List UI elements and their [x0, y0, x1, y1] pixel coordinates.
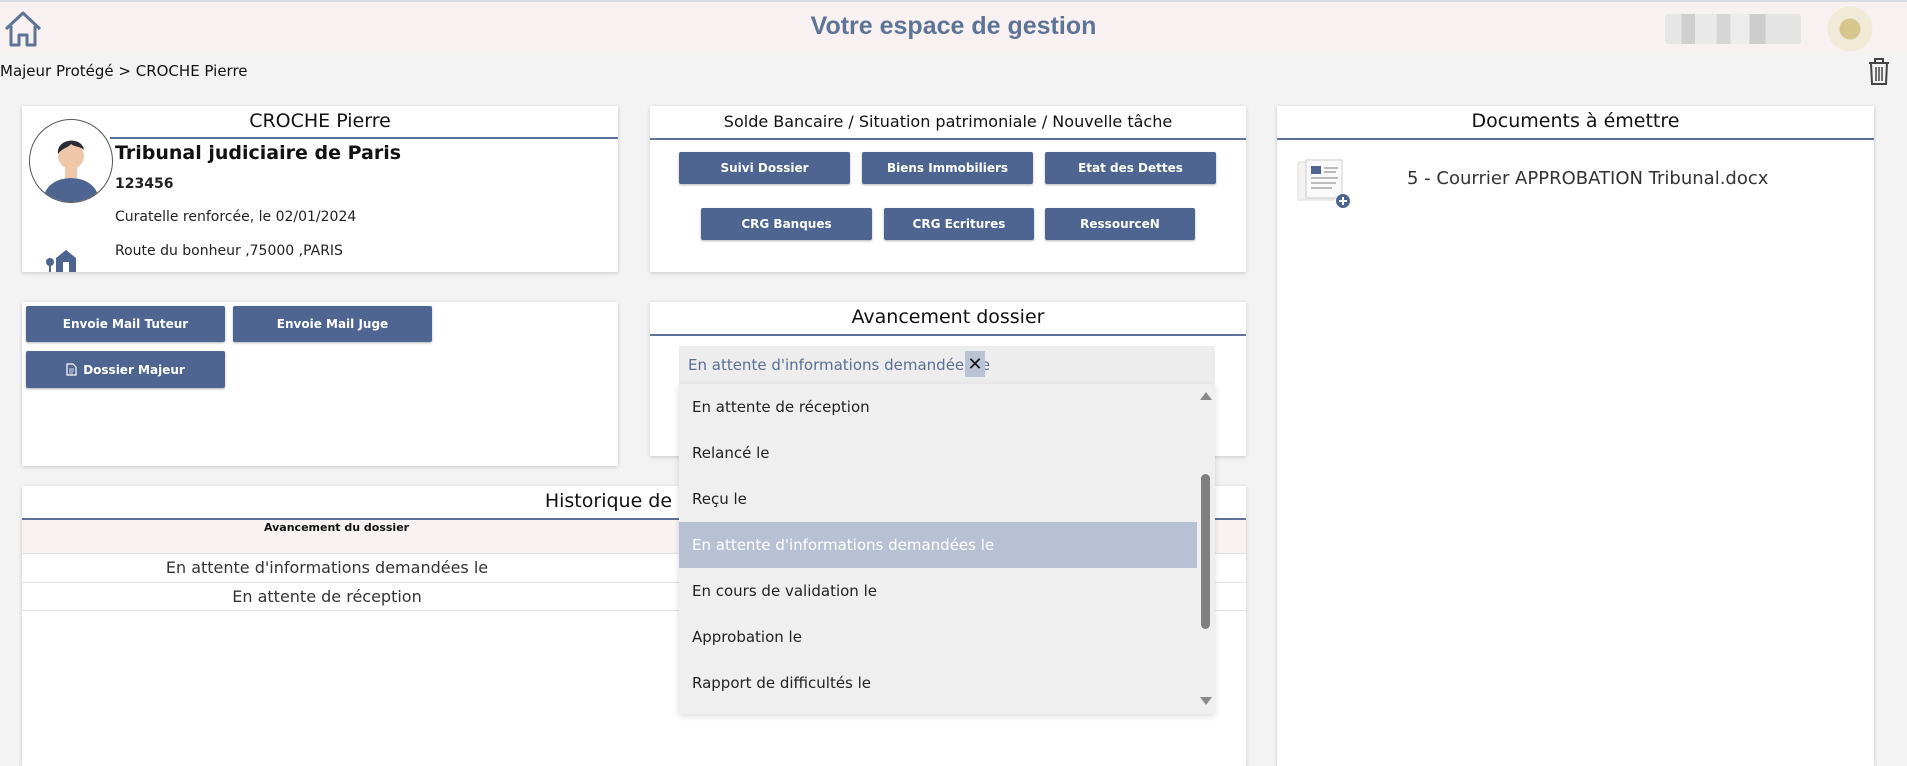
- table-cell: En attente de réception: [232, 587, 422, 606]
- person-name: CROCHE Pierre: [249, 110, 391, 132]
- clear-selection-icon[interactable]: ✕: [965, 351, 985, 377]
- house-icon: [46, 250, 76, 272]
- trash-icon[interactable]: [1866, 56, 1892, 86]
- crg-banques-button[interactable]: CRG Banques: [701, 208, 872, 240]
- dropdown-option[interactable]: Reçu le: [679, 476, 1197, 522]
- biens-immobiliers-button[interactable]: Biens Immobiliers: [862, 152, 1033, 184]
- card-divider: [650, 138, 1246, 140]
- scroll-down-arrow-icon[interactable]: [1200, 697, 1212, 705]
- document-item[interactable]: 5 - Courrier APPROBATION Tribunal.docx: [1407, 168, 1768, 189]
- envoie-mail-tuteur-button[interactable]: Envoie Mail Tuteur: [26, 306, 225, 342]
- user-name-blurred: [1665, 14, 1801, 44]
- dossier-majeur-label: Dossier Majeur: [83, 362, 185, 377]
- dropdown-option[interactable]: Approbation le: [679, 614, 1197, 660]
- card-divider: [110, 137, 618, 139]
- breadcrumb: Majeur Protégé > CROCHE Pierre: [0, 62, 248, 80]
- dossier-majeur-button[interactable]: Dossier Majeur: [26, 351, 225, 388]
- dropdown-option[interactable]: Relancé le: [679, 430, 1197, 476]
- card-divider: [1277, 138, 1874, 140]
- ressourcen-button[interactable]: RessourceN: [1045, 208, 1195, 240]
- avancement-title: Avancement dossier: [851, 306, 1045, 328]
- person-address: Route du bonheur ,75000 ,PARIS: [115, 243, 343, 259]
- dropdown-option[interactable]: Rapport de difficultés le: [679, 660, 1197, 706]
- card-divider: [650, 334, 1246, 336]
- page-title: Votre espace de gestion: [810, 12, 1097, 40]
- table-cell: En attente d'informations demandées le: [165, 558, 489, 577]
- dropdown-option[interactable]: En cours de validation le: [679, 568, 1197, 614]
- person-avatar: [29, 119, 113, 203]
- documents-title: Documents à émettre: [1471, 110, 1680, 132]
- solde-title: Solde Bancaire / Situation patrimoniale …: [723, 112, 1173, 131]
- document-icon: [66, 363, 77, 376]
- dropdown-option-selected[interactable]: En attente d'informations demandées le: [679, 522, 1197, 568]
- column-header-avancement: Avancement du dossier: [264, 521, 410, 534]
- person-measure: Curatelle renforcée, le 02/01/2024: [115, 209, 357, 225]
- avancement-dropdown-list[interactable]: En attente de réception Relancé le Reçu …: [679, 384, 1215, 714]
- avancement-select-value: En attente d'informations demandées le: [688, 356, 991, 374]
- crg-ecritures-button[interactable]: CRG Ecritures: [884, 208, 1034, 240]
- documents-card: Documents à émettre: [1277, 106, 1874, 766]
- scrollbar-thumb[interactable]: [1201, 474, 1210, 629]
- user-avatar-icon[interactable]: [1820, 4, 1880, 54]
- solde-card: Solde Bancaire / Situation patrimoniale …: [650, 106, 1246, 272]
- suivi-dossier-button[interactable]: Suivi Dossier: [679, 152, 850, 184]
- person-number: 123456: [115, 176, 174, 192]
- dropdown-option[interactable]: En attente de réception: [679, 384, 1197, 430]
- court-name: Tribunal judiciaire de Paris: [115, 142, 402, 164]
- document-add-icon[interactable]: [1296, 158, 1354, 210]
- envoie-mail-juge-button[interactable]: Envoie Mail Juge: [233, 306, 432, 342]
- etat-des-dettes-button[interactable]: Etat des Dettes: [1045, 152, 1216, 184]
- scroll-up-arrow-icon[interactable]: [1200, 392, 1212, 400]
